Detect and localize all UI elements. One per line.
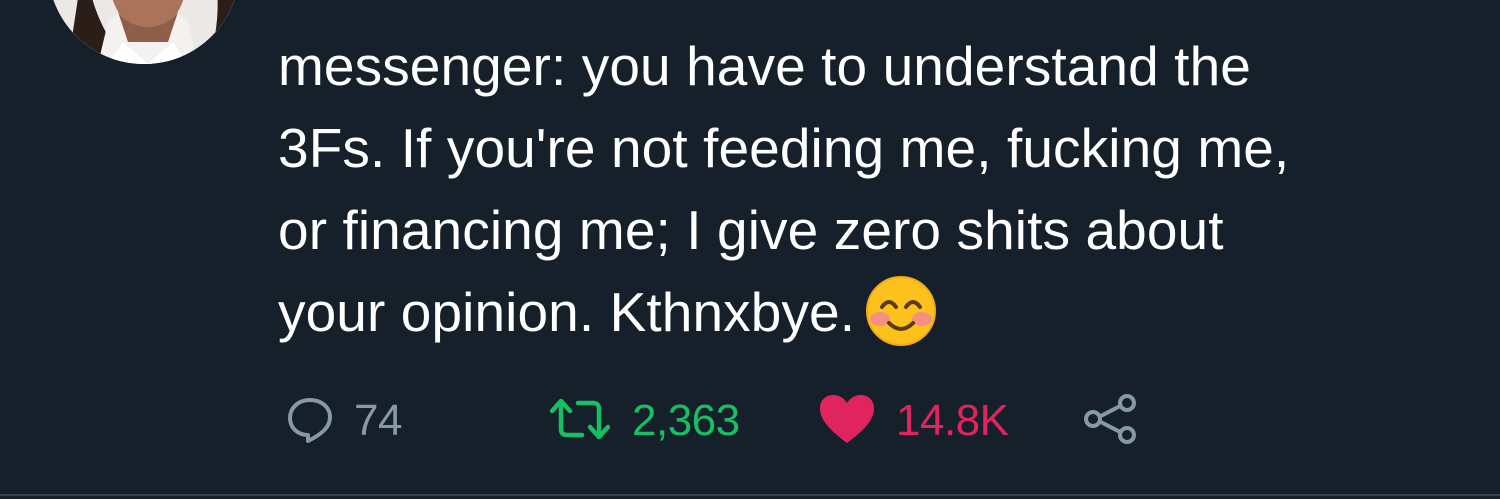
tweet-text: messenger: you have to understand the 3F…	[278, 25, 1478, 353]
tweet-text-line: or financing me; I give zero shits about	[278, 199, 1224, 261]
tweet-text-line: messenger: you have to understand the	[278, 35, 1251, 97]
reply-count: 74	[354, 396, 402, 445]
avatar[interactable]	[48, 0, 240, 64]
like-button[interactable]: 14.8K	[818, 388, 1009, 454]
tweet-text-line: your opinion. Kthnxbye.	[278, 271, 1478, 353]
speech-bubble-icon	[286, 395, 334, 448]
avatar-photo	[48, 0, 240, 64]
tweet-actions: 74 2,363 14.8K	[286, 388, 1186, 454]
heart-icon	[818, 393, 876, 450]
tweet: messenger: you have to understand the 3F…	[0, 0, 1500, 499]
divider	[0, 494, 1500, 496]
retweet-count: 2,363	[632, 396, 740, 445]
smiling-face-emoji-icon	[865, 275, 937, 347]
tweet-text-line-text: your opinion. Kthnxbye.	[278, 281, 856, 343]
share-button[interactable]	[1082, 388, 1140, 454]
tweet-text-line: 3Fs. If you're not feeding me, fucking m…	[278, 117, 1290, 179]
like-count: 14.8K	[896, 396, 1009, 445]
share-icon	[1082, 393, 1140, 450]
retweet-icon	[548, 395, 612, 448]
reply-button[interactable]: 74	[286, 388, 402, 454]
retweet-button[interactable]: 2,363	[548, 388, 740, 454]
